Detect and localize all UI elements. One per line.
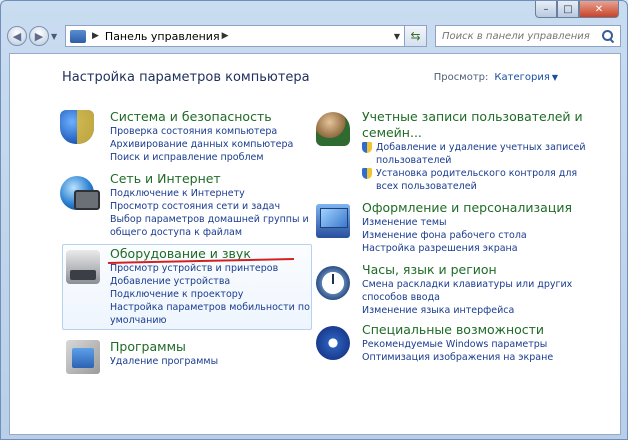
breadcrumb-arrow-icon[interactable]: ▶ [92,31,99,41]
maximize-button[interactable]: □ [557,1,579,18]
breadcrumb-control-panel[interactable]: Панель управления [105,30,220,43]
category-link[interactable]: Изменение темы [362,216,572,229]
category-link[interactable]: Рекомендуемые Windows параметры [362,338,553,351]
category-link[interactable]: Поиск и исправление проблем [110,151,293,164]
minimize-button[interactable]: – [535,1,557,18]
forward-button[interactable]: ▶ [29,26,49,46]
navigation-bar: ◀ ▶ ▼ ▶ Панель управления ▶ ▼ ⇆ [7,23,623,49]
caption-buttons: – □ ✕ [535,1,619,18]
category-network-internet: Сеть и Интернет Подключение к Интернету … [110,171,309,239]
category-link[interactable]: Архивирование данных компьютера [110,138,293,151]
back-arrow-icon: ◀ [12,29,22,43]
forward-arrow-icon: ▶ [34,29,44,43]
search-icon[interactable] [602,30,614,42]
category-link[interactable]: Изменение языка интерфейса [362,304,572,317]
category-link[interactable]: Просмотр состояния сети и задач [110,200,309,213]
category-clock-language-region: Часы, язык и регион Смена раскладки клав… [362,262,572,317]
category-title[interactable]: Программы [110,339,218,355]
search-box[interactable] [435,25,621,47]
address-dropdown-icon[interactable]: ▼ [394,32,400,41]
network-globe-icon[interactable] [60,176,100,210]
history-dropdown[interactable]: ▼ [51,26,61,46]
category-appearance: Оформление и персонализация Изменение те… [362,200,572,255]
category-title[interactable]: Часы, язык и регион [362,262,572,278]
category-title[interactable]: Система и безопасность [110,109,293,125]
chevron-down-icon: ▼ [51,31,58,41]
address-bar[interactable]: ▶ Панель управления ▶ ▼ [65,25,405,47]
category-link[interactable]: Просмотр устройств и принтеров [110,262,310,275]
uac-shield-icon [362,168,372,179]
category-title[interactable]: Сеть и Интернет [110,171,309,187]
accessibility-icon[interactable] [316,326,350,360]
printer-icon[interactable] [66,250,100,284]
category-link[interactable]: Настройка параметров мобильности по [110,301,310,314]
category-link[interactable]: всех пользователей [362,180,586,193]
category-ease-of-access: Специальные возможности Рекомендуемые Wi… [362,322,553,364]
chevron-down-icon[interactable]: ▼ [552,73,558,82]
category-programs: Программы Удаление программы [110,339,218,368]
category-system-security: Система и безопасность Проверка состояни… [110,109,293,164]
uac-shield-icon [362,142,372,153]
programs-icon[interactable] [66,340,100,374]
page-title: Настройка параметров компьютера [62,70,310,85]
back-button[interactable]: ◀ [7,26,27,46]
category-title[interactable]: Специальные возможности [362,322,553,338]
category-link[interactable]: Проверка состояния компьютера [110,125,293,138]
clock-globe-icon[interactable] [316,266,350,300]
control-panel-icon [70,29,86,43]
category-link-text[interactable]: Добавление и удаление учетных записей [376,142,586,153]
category-link[interactable]: Подключение к проектору [110,288,310,301]
category-link-text[interactable]: Установка родительского контроля для [376,168,577,179]
category-title-line1[interactable]: Учетные записи пользователей и [362,109,586,125]
close-button[interactable]: ✕ [579,1,619,18]
category-link[interactable]: умолчанию [110,314,310,327]
category-link[interactable]: Оптимизация изображения на экране [362,351,553,364]
breadcrumb-arrow-icon[interactable]: ▶ [222,31,229,41]
category-link[interactable]: Подключение к Интернету [110,187,309,200]
category-link[interactable]: Настройка разрешения экрана [362,242,572,255]
category-link[interactable]: Добавление и удаление учетных записей [362,141,586,154]
users-icon[interactable] [316,112,350,146]
search-input[interactable] [442,30,592,42]
category-link[interactable]: Удаление программы [110,355,218,368]
view-by: Просмотр: Категория ▼ [434,72,558,83]
category-link[interactable]: Добавление устройства [110,275,310,288]
view-by-value[interactable]: Категория [494,72,549,83]
category-user-accounts: Учетные записи пользователей и семейн...… [362,109,586,193]
category-link[interactable]: способов ввода [362,291,572,304]
category-link[interactable]: Установка родительского контроля для [362,167,586,180]
appearance-icon[interactable] [316,204,350,238]
category-title-line2[interactable]: семейн... [362,125,586,141]
category-link[interactable]: пользователей [362,154,586,167]
security-shield-icon[interactable] [60,110,94,144]
control-panel-window: – □ ✕ ◀ ▶ ▼ ▶ Панель управления ▶ ▼ ⇆ На… [0,0,628,440]
category-link[interactable]: Смена раскладки клавиатуры или других [362,278,572,291]
view-by-label: Просмотр: [433,72,489,83]
category-link[interactable]: Изменение фона рабочего стола [362,229,572,242]
category-title[interactable]: Оформление и персонализация [362,200,572,216]
refresh-icon: ⇆ [410,29,421,43]
content-area: Настройка параметров компьютера Просмотр… [9,53,621,435]
category-link[interactable]: общего доступа к файлам [110,226,309,239]
refresh-button[interactable]: ⇆ [405,25,427,47]
category-link[interactable]: Выбор параметров домашней группы и [110,213,309,226]
